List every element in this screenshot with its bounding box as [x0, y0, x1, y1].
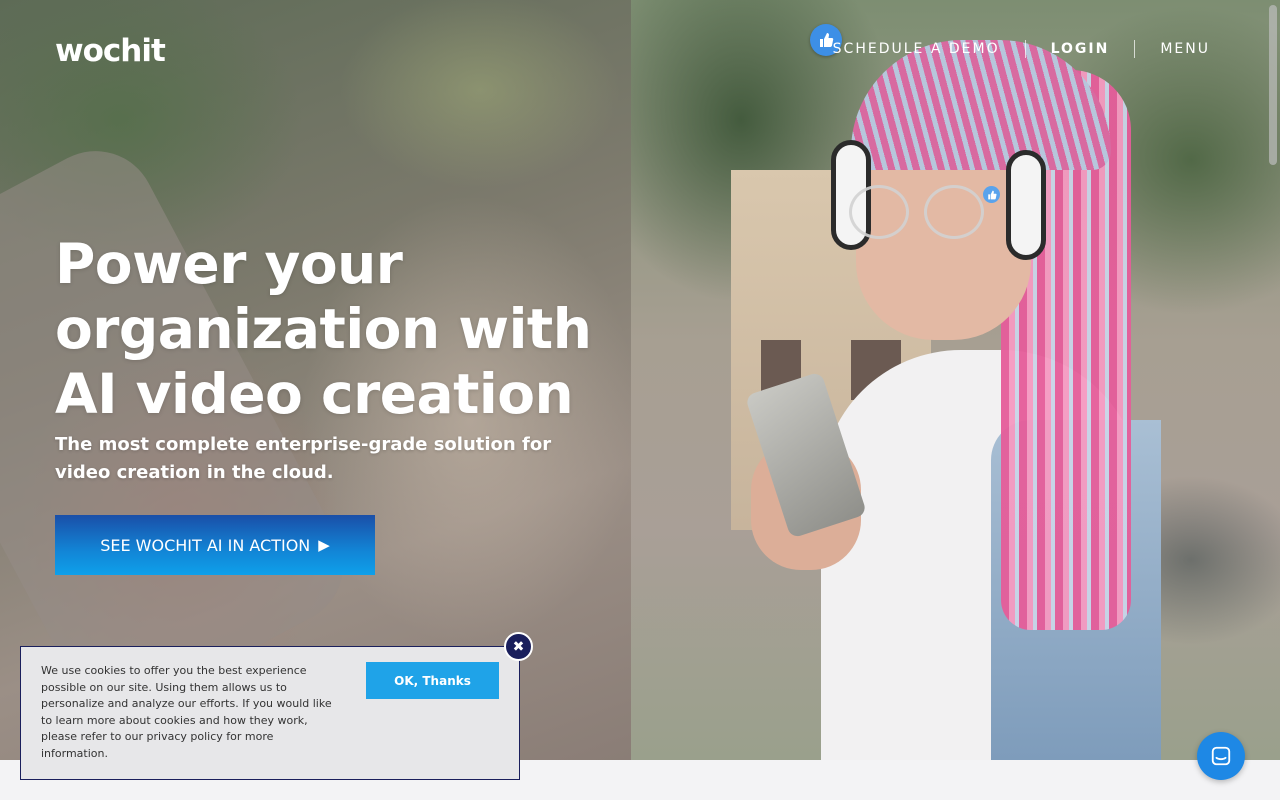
cookie-banner: We use cookies to offer you the best exp… — [20, 646, 520, 780]
headphone-right — [1006, 150, 1046, 260]
chat-icon[interactable] — [1197, 732, 1245, 780]
cookie-accept-button[interactable]: OK, Thanks — [366, 662, 499, 699]
menu-link[interactable]: MENU — [1160, 41, 1210, 57]
schedule-demo-link[interactable]: SCHEDULE A DEMO — [833, 41, 1000, 57]
see-ai-in-action-button[interactable]: SEE WOCHIT AI IN ACTION ▶ — [55, 515, 375, 575]
cookie-message: We use cookies to offer you the best exp… — [41, 664, 332, 760]
close-icon[interactable]: ✖ — [504, 632, 533, 661]
hero-right-image — [631, 0, 1280, 760]
top-nav: SCHEDULE A DEMO LOGIN MENU — [833, 40, 1210, 58]
blurred-phone-image — [0, 130, 365, 730]
page-scrollbar[interactable] — [1266, 0, 1280, 800]
glasses-right-lens — [924, 185, 984, 239]
cta-label: SEE WOCHIT AI IN ACTION — [100, 535, 311, 555]
scrollbar-thumb[interactable] — [1269, 5, 1277, 165]
hero-headline: Power your organization with AI video cr… — [55, 232, 592, 426]
hero-subheadline: The most complete enterprise-grade solut… — [55, 434, 552, 483]
nav-divider — [1024, 40, 1026, 58]
nav-divider — [1134, 40, 1136, 58]
login-link[interactable]: LOGIN — [1051, 41, 1110, 57]
wochit-logo[interactable]: wochit — [55, 33, 166, 69]
thumbs-up-icon — [983, 186, 1000, 203]
hair-top — [851, 40, 1111, 170]
glasses-left-lens — [849, 185, 909, 239]
play-icon: ▶ — [318, 536, 330, 554]
